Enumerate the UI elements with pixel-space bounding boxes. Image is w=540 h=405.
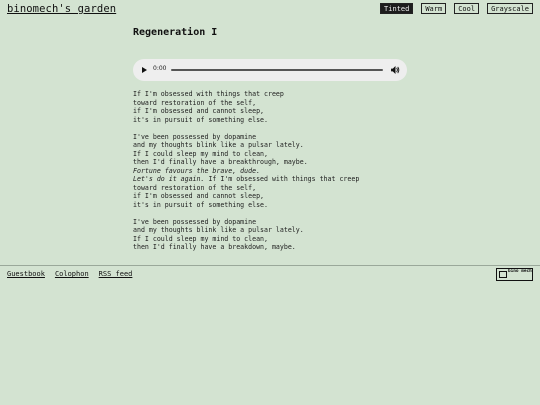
theme-button-cool[interactable]: Cool [454,3,480,14]
theme-button-grayscale[interactable]: Grayscale [487,3,533,14]
theme-button-warm[interactable]: Warm [421,3,447,14]
lyric-line: then I'd finally have a breakdown, maybe… [133,243,296,251]
theme-button-tinted[interactable]: Tinted [380,3,414,14]
song-page: Regeneration I 0:00 If I'm obsessed with… [133,27,433,251]
song-title: Regeneration I [133,27,218,38]
rss-feed-link[interactable]: RSS feed [99,270,133,278]
lyrics: If I'm obsessed with things that creep t… [133,90,433,260]
stanza-1: If I'm obsessed with things that creep t… [133,90,433,124]
lyric-line: it's in pursuit of something else. [133,200,268,209]
stanza-2: I've been possessed by dopamine and my t… [133,133,433,210]
lyric-line: If I could sleep my mind to clean, [133,149,268,158]
cube-icon [499,271,507,278]
lyric-italic: Let's do it again. [133,175,205,183]
lyric-line: If I'm obsessed with things that creep [133,90,284,98]
lyric-line: Let's do it again. If I'm obsessed with … [133,175,433,184]
site-header: binomech's garden Tinted Warm Cool Grays… [0,0,540,20]
lyric-line: and my thoughts blink like a pulsar late… [133,141,304,149]
badge-text: bino mech [508,269,532,274]
seek-bar[interactable] [171,69,383,71]
time-readout: 0:00 [153,65,167,72]
footer-links: Guestbook Colophon RSS feed [7,270,132,278]
lyric-text: If I'm obsessed with things that creep [204,175,360,183]
lyric-line: Fortune favours the brave, dude. [133,167,433,176]
lyric-line: and my thoughts blink like a pulsar late… [133,226,304,234]
lyric-line: toward restoration of the self, [133,183,257,192]
site-title-link[interactable]: binomech's garden [7,3,116,15]
lyric-line: if I'm obsessed and cannot sleep, [133,192,265,200]
volume-icon[interactable] [391,66,400,74]
theme-switcher: Tinted Warm Cool Grayscale [380,3,533,14]
play-icon[interactable] [142,67,147,73]
lyric-line: if I'm obsessed and cannot sleep, [133,107,265,115]
binomech-badge[interactable]: bino mech [496,268,533,281]
lyric-line: I've been possessed by dopamine [133,132,257,141]
lyric-italic: Fortune favours the brave, dude. [133,166,261,175]
colophon-link[interactable]: Colophon [55,270,89,278]
lyric-line: toward restoration of the self, [133,98,257,107]
lyric-line: I've been possessed by dopamine [133,217,257,226]
lyric-line: it's in pursuit of something else. [133,115,268,124]
footer-divider [0,265,540,266]
lyric-line: If I could sleep my mind to clean, [133,234,268,243]
lyric-line: then I'd finally have a breakthrough, ma… [133,158,308,166]
stanza-3: I've been possessed by dopamine and my t… [133,218,433,252]
audio-player: 0:00 [133,59,407,81]
guestbook-link[interactable]: Guestbook [7,270,45,278]
